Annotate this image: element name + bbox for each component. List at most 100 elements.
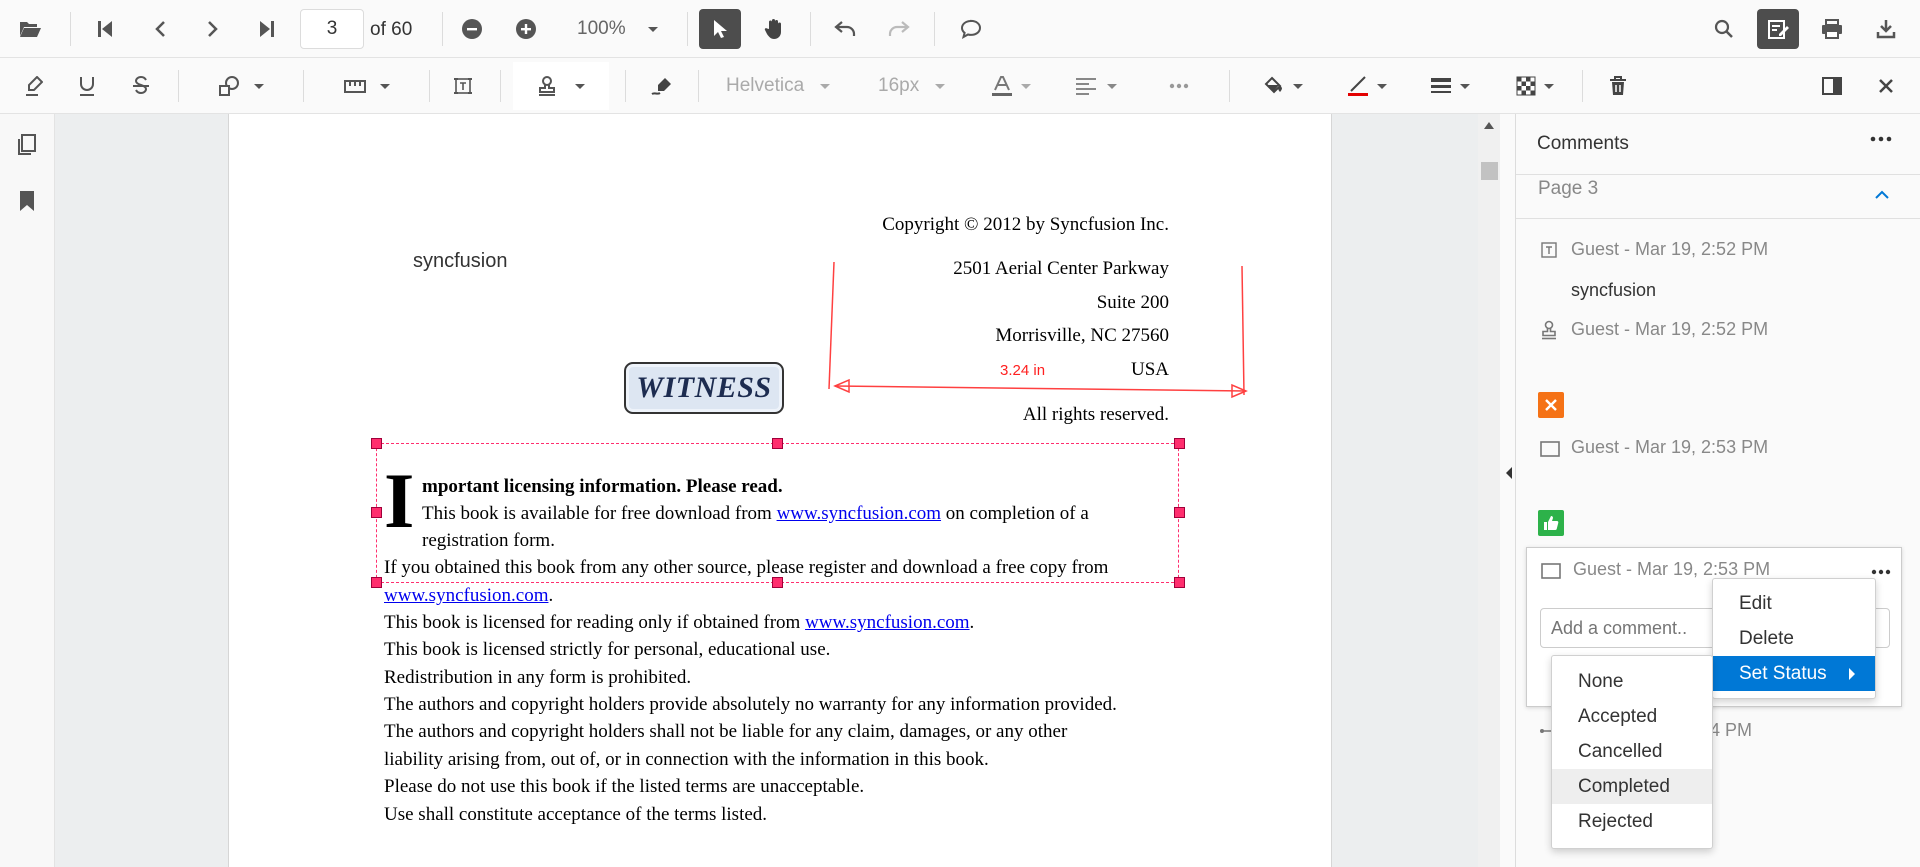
resize-handle[interactable] — [371, 438, 382, 449]
syncfusion-link[interactable]: www.syncfusion.com — [805, 612, 969, 633]
chevron-down-icon — [1293, 83, 1303, 89]
left-navigation-pane — [0, 114, 55, 867]
stamp-dropdown[interactable] — [513, 62, 609, 110]
address-line-1: 2501 Aerial Center Parkway — [953, 258, 1169, 279]
search-icon[interactable] — [1704, 9, 1744, 49]
menu-item-delete[interactable]: Delete — [1713, 621, 1875, 656]
menu-item-set-status[interactable]: Set Status — [1713, 656, 1875, 691]
stroke-color-icon — [1348, 76, 1368, 96]
first-page-icon[interactable] — [85, 9, 125, 49]
opacity-dropdown[interactable] — [1510, 66, 1560, 106]
comment-item[interactable]: Guest - Mar 19, 2:52 PM — [1516, 312, 1920, 418]
edit-annotation-icon[interactable] — [1757, 9, 1799, 49]
chevron-down-icon — [1107, 83, 1117, 89]
syncfusion-link[interactable]: www.syncfusion.com — [777, 503, 941, 524]
menu-item-edit[interactable]: Edit — [1713, 586, 1875, 621]
strikethrough-icon[interactable] — [122, 66, 160, 106]
body-line-6: This book is licensed strictly for perso… — [384, 639, 831, 660]
status-rejected[interactable]: Rejected — [1552, 804, 1712, 839]
comment-author: Guest - Mar 19, 2:52 PM — [1571, 239, 1769, 259]
zoom-dropdown[interactable]: 100% — [565, 9, 675, 49]
more-options-icon[interactable] — [1159, 66, 1199, 106]
undo-icon[interactable] — [825, 9, 865, 49]
signature-icon[interactable] — [642, 66, 682, 106]
opacity-icon — [1516, 76, 1536, 96]
comment-item[interactable]: Guest - Mar 19, 2:53 PM — [1516, 430, 1920, 536]
address-line-2: Suite 200 — [1096, 292, 1169, 313]
panel-splitter[interactable] — [1500, 114, 1516, 867]
resize-handle[interactable] — [371, 507, 382, 518]
stroke-thickness-dropdown[interactable] — [1425, 66, 1475, 106]
address-line-3: Morrisville, NC 27560 — [995, 325, 1169, 346]
chevron-down-icon — [575, 83, 585, 89]
chevron-down-icon — [380, 83, 390, 89]
chevron-down-icon — [935, 83, 946, 89]
page-thumbnails-icon[interactable] — [16, 134, 38, 156]
comment-item[interactable]: Guest - Mar 19, 2:52 PM syncfusion — [1516, 230, 1920, 304]
body-line-9: The authors and copyright holders shall … — [384, 721, 1068, 742]
drop-cap: I — [384, 457, 415, 544]
comment-more-icon[interactable] — [1871, 569, 1891, 575]
page-group-header[interactable]: Page 3 — [1516, 174, 1920, 218]
resize-handle[interactable] — [1174, 438, 1185, 449]
previous-page-icon[interactable] — [140, 9, 180, 49]
zoom-value: 100% — [577, 18, 626, 39]
text-align-dropdown[interactable] — [1066, 66, 1126, 106]
highlight-icon[interactable] — [15, 66, 53, 106]
pdf-page: syncfusion WITNESS 3.24 in Copyright © 2… — [228, 114, 1332, 867]
free-text-icon[interactable] — [444, 66, 482, 106]
measure-label: 3.24 in — [1000, 362, 1046, 379]
collapse-arrow-icon[interactable] — [1506, 467, 1512, 479]
status-accepted[interactable]: Accepted — [1552, 699, 1712, 734]
status-completed[interactable]: Completed — [1552, 769, 1712, 804]
resize-handle[interactable] — [1174, 507, 1185, 518]
download-icon[interactable] — [1866, 9, 1906, 49]
shapes-dropdown[interactable] — [210, 66, 272, 106]
delete-icon[interactable] — [1598, 66, 1638, 106]
next-page-icon[interactable] — [193, 9, 233, 49]
more-options-icon[interactable] — [1870, 136, 1892, 142]
bookmark-icon[interactable] — [18, 190, 36, 212]
font-color-dropdown[interactable] — [984, 66, 1038, 106]
pan-tool-icon[interactable] — [753, 9, 795, 49]
comment-panel-icon[interactable] — [1812, 66, 1852, 106]
chevron-right-icon — [1849, 668, 1855, 680]
body-line-3: If you obtained this book from any other… — [384, 557, 1109, 578]
measure-dropdown[interactable] — [336, 66, 398, 106]
chevron-down-icon — [1460, 83, 1470, 89]
font-color-icon — [992, 76, 1012, 96]
resize-handle[interactable] — [1174, 577, 1185, 588]
set-status-label: Set Status — [1739, 663, 1827, 684]
comment-icon[interactable] — [951, 9, 991, 49]
selection-tool-icon[interactable] — [699, 9, 741, 49]
stroke-color-dropdown[interactable] — [1342, 66, 1392, 106]
font-size-dropdown[interactable]: 16px — [866, 66, 966, 106]
redo-icon[interactable] — [879, 9, 919, 49]
last-page-icon[interactable] — [247, 9, 287, 49]
status-none[interactable]: None — [1552, 664, 1712, 699]
font-family-value: Helvetica — [726, 75, 805, 96]
resize-handle[interactable] — [371, 577, 382, 588]
document-viewer: syncfusion WITNESS 3.24 in Copyright © 2… — [55, 114, 1480, 867]
underline-icon[interactable] — [68, 66, 106, 106]
scroll-up-icon[interactable] — [1484, 122, 1494, 129]
rights-text: All rights reserved. — [1022, 404, 1169, 425]
page-number-input[interactable] — [300, 9, 364, 49]
zoom-in-icon[interactable] — [506, 9, 546, 49]
close-icon[interactable] — [1866, 66, 1906, 106]
fill-color-dropdown[interactable] — [1258, 66, 1308, 106]
page-group-label: Page 3 — [1538, 178, 1599, 199]
print-icon[interactable] — [1812, 9, 1852, 49]
main-toolbar: of 60 100% — [0, 0, 1920, 58]
zoom-out-icon[interactable] — [452, 9, 492, 49]
status-cancelled[interactable]: Cancelled — [1552, 734, 1712, 769]
syncfusion-link[interactable]: www.syncfusion.com — [384, 585, 548, 606]
vertical-scrollbar[interactable] — [1478, 114, 1500, 867]
font-family-dropdown[interactable]: Helvetica — [712, 66, 842, 106]
resize-handle[interactable] — [772, 438, 783, 449]
chevron-down-icon — [647, 26, 658, 32]
status-submenu: None Accepted Cancelled Completed Reject… — [1551, 655, 1713, 849]
open-file-icon[interactable] — [10, 9, 50, 49]
stamp-icon — [1542, 320, 1556, 340]
scrollbar-thumb[interactable] — [1481, 162, 1498, 180]
